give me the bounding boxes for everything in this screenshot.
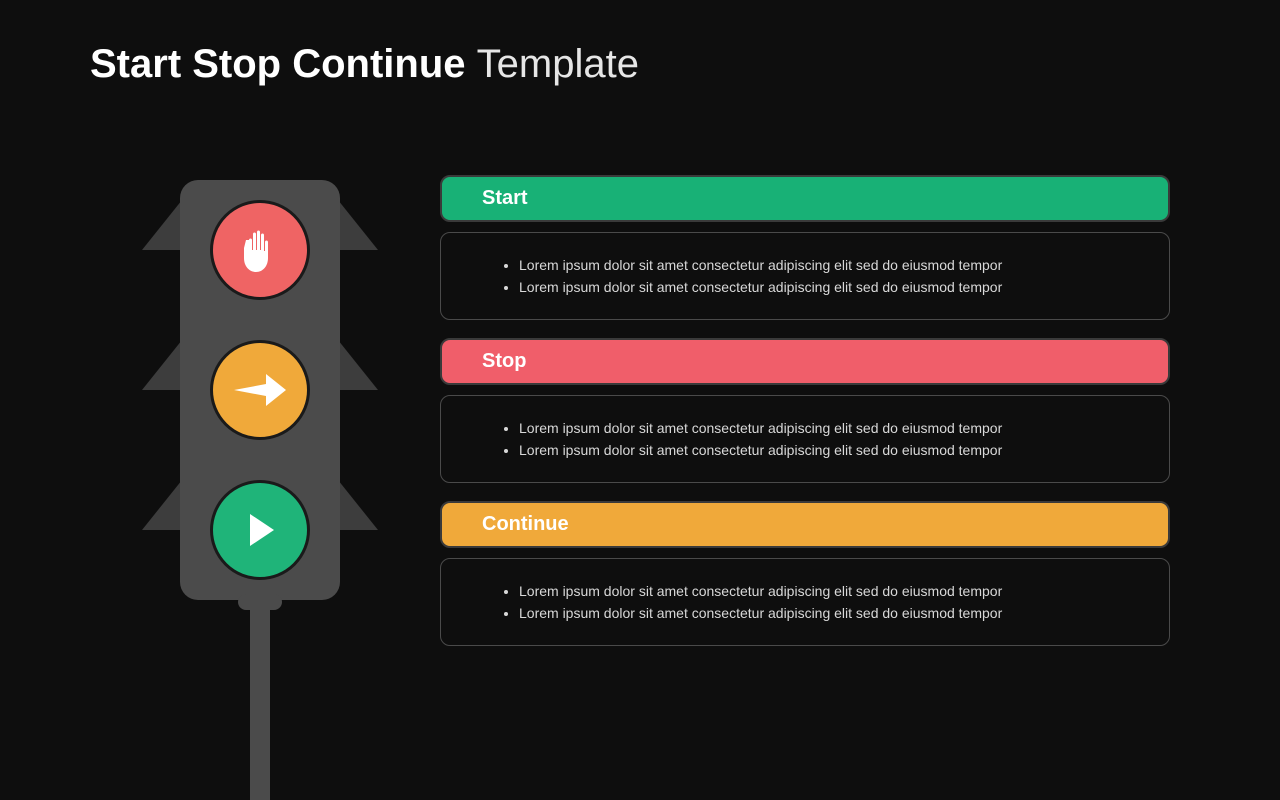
bullet-item: Lorem ipsum dolor sit amet consectetur a…: [519, 257, 1129, 273]
section-continue: Continue Lorem ipsum dolor sit amet cons…: [440, 501, 1170, 646]
bullet-item: Lorem ipsum dolor sit amet consectetur a…: [519, 420, 1129, 436]
fin-icon: [338, 480, 378, 530]
title-bold: Start Stop Continue: [90, 42, 466, 86]
traffic-light: [130, 180, 390, 720]
section-stop: Stop Lorem ipsum dolor sit amet consecte…: [440, 338, 1170, 483]
section-header-continue: Continue: [440, 501, 1170, 548]
play-icon: [210, 480, 310, 580]
fin-icon: [142, 340, 182, 390]
fin-icon: [142, 200, 182, 250]
title-thin: Template: [477, 42, 639, 86]
slide-title: Start Stop Continue Template: [90, 42, 639, 87]
section-start: Start Lorem ipsum dolor sit amet consect…: [440, 175, 1170, 320]
section-header-start: Start: [440, 175, 1170, 222]
content-column: Start Lorem ipsum dolor sit amet consect…: [440, 175, 1170, 664]
traffic-light-body: [180, 180, 340, 600]
fin-icon: [142, 480, 182, 530]
traffic-light-pole: [250, 600, 270, 800]
section-header-stop: Stop: [440, 338, 1170, 385]
bullet-item: Lorem ipsum dolor sit amet consectetur a…: [519, 605, 1129, 621]
section-body-start: Lorem ipsum dolor sit amet consectetur a…: [440, 232, 1170, 320]
bullet-item: Lorem ipsum dolor sit amet consectetur a…: [519, 279, 1129, 295]
bullet-item: Lorem ipsum dolor sit amet consectetur a…: [519, 583, 1129, 599]
fin-icon: [338, 340, 378, 390]
section-body-continue: Lorem ipsum dolor sit amet consectetur a…: [440, 558, 1170, 646]
fin-icon: [338, 200, 378, 250]
stop-hand-icon: [210, 200, 310, 300]
bullet-item: Lorem ipsum dolor sit amet consectetur a…: [519, 442, 1129, 458]
section-body-stop: Lorem ipsum dolor sit amet consectetur a…: [440, 395, 1170, 483]
arrow-right-icon: [210, 340, 310, 440]
